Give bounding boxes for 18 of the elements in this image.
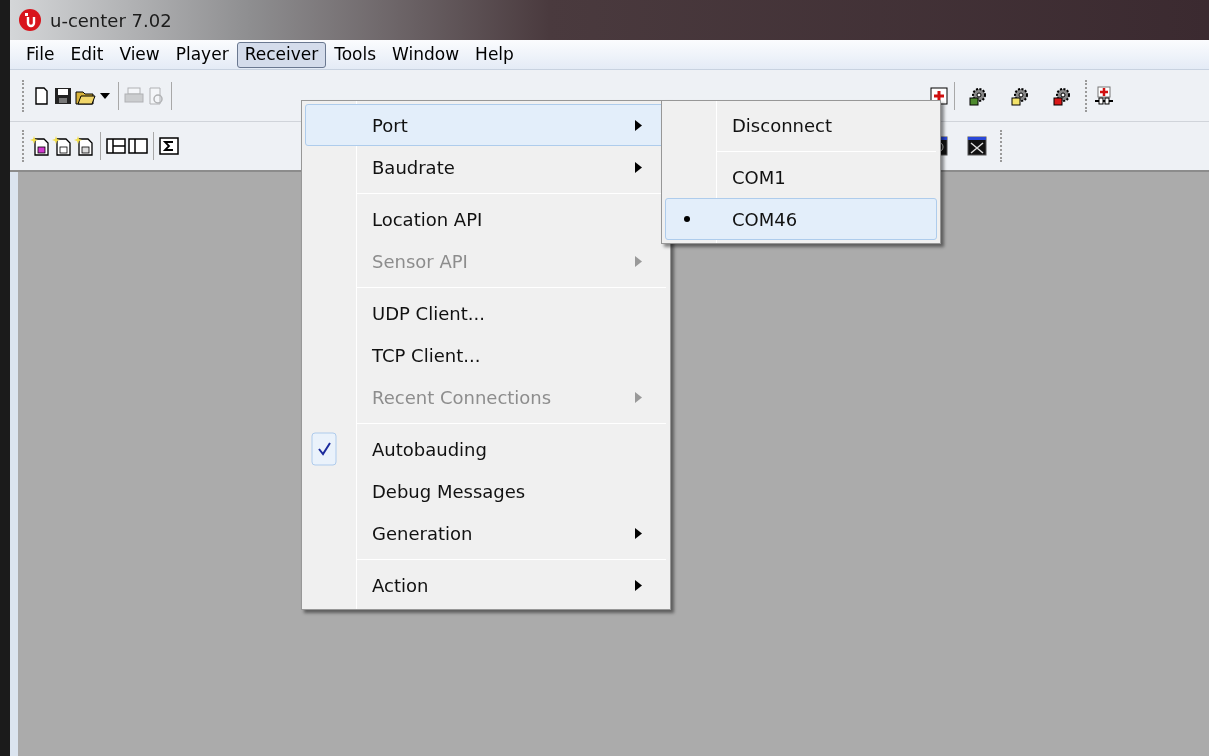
- menu-item[interactable]: UDP Client...: [305, 292, 667, 334]
- menu-bar-item[interactable]: Tools: [326, 41, 385, 68]
- menu-item[interactable]: Disconnect: [665, 104, 937, 146]
- menu-item[interactable]: TCP Client...: [305, 334, 667, 376]
- menu-bar-item[interactable]: File: [18, 41, 63, 68]
- menu-item[interactable]: Action: [305, 564, 667, 606]
- menu-bar-item[interactable]: Player: [167, 41, 237, 68]
- menu-item[interactable]: COM1: [665, 156, 937, 198]
- menu-bar-item[interactable]: View: [111, 41, 168, 68]
- menu-bar-item[interactable]: Receiver: [236, 41, 327, 68]
- window-title: u-center 7.02: [50, 8, 172, 33]
- menu-item[interactable]: Autobauding: [305, 428, 667, 470]
- menu-bar-item[interactable]: Edit: [62, 41, 112, 68]
- menu-item[interactable]: COM46: [665, 198, 937, 240]
- menu-item[interactable]: Generation: [305, 512, 667, 554]
- menu-item[interactable]: Debug Messages: [305, 470, 667, 512]
- menu-bar-item[interactable]: Window: [384, 41, 468, 68]
- menu-bar-item[interactable]: Help: [467, 41, 522, 68]
